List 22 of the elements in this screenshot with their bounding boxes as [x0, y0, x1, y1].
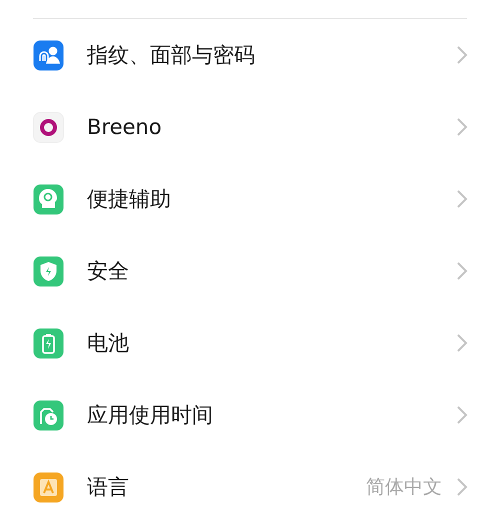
settings-row[interactable]: 指纹、面部与密码 — [0, 19, 500, 91]
setting-label: 应用使用时间 — [87, 402, 214, 429]
chevron-icon — [456, 117, 468, 137]
settings-row[interactable]: 应用使用时间 — [0, 379, 500, 451]
settings-row[interactable]: 语言 简体中文 — [0, 451, 500, 516]
chevron-icon — [456, 261, 468, 281]
setting-value: 简体中文 — [366, 475, 442, 500]
setting-label: 指纹、面部与密码 — [87, 42, 256, 69]
settings-row[interactable]: Breeno — [0, 91, 500, 163]
setting-label: 语言 — [87, 474, 130, 501]
chevron-icon — [456, 189, 468, 209]
settings-row[interactable]: 便捷辅助 — [0, 163, 500, 235]
setting-label: 便捷辅助 — [87, 186, 172, 213]
setting-label: 安全 — [87, 258, 130, 285]
setting-label: 电池 — [87, 330, 130, 357]
settings-row[interactable]: 安全 — [0, 235, 500, 307]
chevron-icon — [456, 477, 468, 497]
settings-row[interactable]: 电池 — [0, 307, 500, 379]
chevron-icon — [456, 45, 468, 65]
chevron-icon — [456, 333, 468, 353]
chevron-icon — [456, 405, 468, 425]
setting-label: Breeno — [87, 115, 163, 139]
